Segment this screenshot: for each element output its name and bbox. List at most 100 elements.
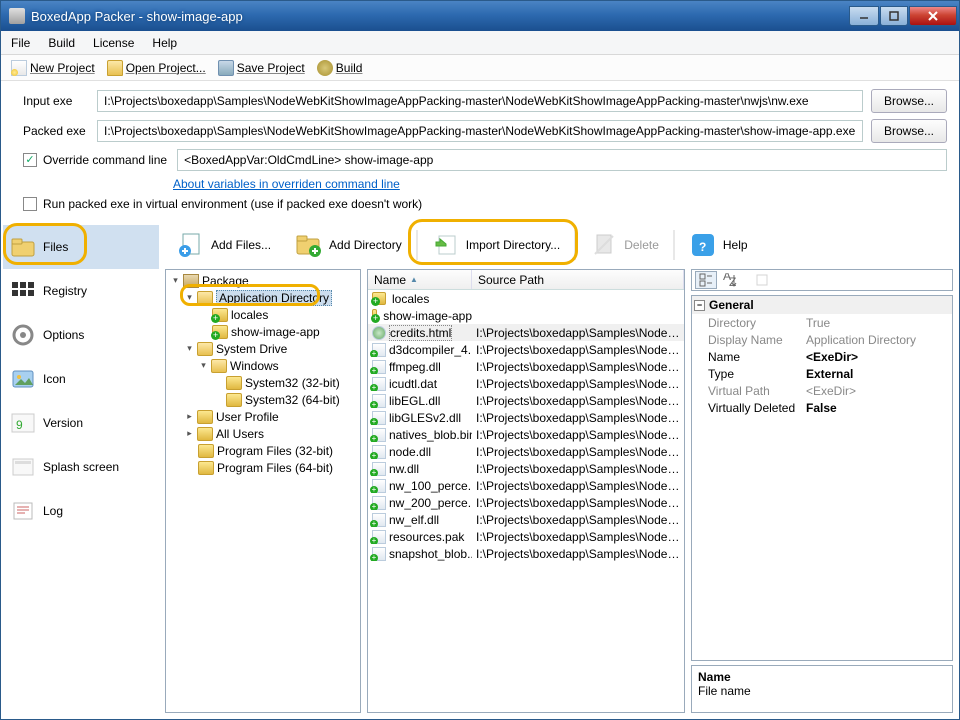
list-row[interactable]: resources.pakI:\Projects\boxedapp\Sample… — [368, 528, 684, 545]
open-project-button[interactable]: Open Project... — [103, 58, 210, 78]
packed-browse-button[interactable]: Browse... — [871, 119, 947, 143]
maximize-button[interactable] — [880, 6, 908, 26]
help-icon: ? — [689, 231, 717, 259]
new-project-button[interactable]: New Project — [7, 58, 99, 78]
file-name: nw_elf.dll — [389, 513, 439, 527]
tree-node-pf32[interactable]: Program Files (32-bit) — [166, 442, 360, 459]
build-button[interactable]: Build — [313, 58, 367, 78]
list-body[interactable]: locales show-image-appcredits.htmlI:\Proj… — [368, 290, 684, 712]
folder-icon — [211, 359, 227, 373]
props-row-virtually-deleted[interactable]: Virtually DeletedFalse — [692, 399, 952, 416]
sidebar-item-version[interactable]: 9 Version — [3, 401, 159, 445]
tree-node-show-image[interactable]: show-image-app — [166, 323, 360, 340]
properties-grid[interactable]: −General DirectoryTrue Display NameAppli… — [691, 295, 953, 661]
sidebar-item-label: Registry — [43, 284, 87, 298]
list-row[interactable]: snapshot_blob....I:\Projects\boxedapp\Sa… — [368, 545, 684, 562]
files-toolbar: Add Files... Add Directory Import Direct… — [165, 225, 953, 269]
properties-panel: AZ −General DirectoryTrue Display NameAp… — [691, 269, 953, 713]
override-cmdline-checkbox[interactable] — [23, 153, 37, 167]
tree-node-sys32[interactable]: System32 (32-bit) — [166, 374, 360, 391]
close-button[interactable] — [909, 6, 957, 26]
collapse-icon[interactable]: − — [694, 300, 705, 311]
props-row-type[interactable]: TypeExternal — [692, 365, 952, 382]
run-virtual-checkbox[interactable] — [23, 197, 37, 211]
menu-license[interactable]: License — [93, 36, 134, 50]
file-name: show-image-app — [383, 309, 472, 323]
props-row-virtual-path[interactable]: Virtual Path<ExeDir> — [692, 382, 952, 399]
tree-node-package[interactable]: ▾Package — [166, 272, 360, 289]
help-button[interactable]: ? Help — [679, 227, 758, 263]
list-row[interactable]: natives_blob.binI:\Projects\boxedapp\Sam… — [368, 426, 684, 443]
collapse-icon[interactable]: ▾ — [184, 343, 195, 354]
folder-icon — [197, 291, 213, 305]
menu-help[interactable]: Help — [152, 36, 177, 50]
props-row-name[interactable]: Name<ExeDir> — [692, 348, 952, 365]
minimize-button[interactable] — [849, 6, 879, 26]
import-directory-button[interactable]: Import Directory... — [422, 227, 570, 263]
column-header-source-path[interactable]: Source Path — [472, 270, 684, 289]
tree-node-sys64[interactable]: System32 (64-bit) — [166, 391, 360, 408]
props-row-display-name[interactable]: Display NameApplication Directory — [692, 331, 952, 348]
tree-node-locales[interactable]: locales — [166, 306, 360, 323]
props-pages-button[interactable] — [751, 271, 773, 289]
tree-node-pf64[interactable]: Program Files (64-bit) — [166, 459, 360, 476]
menu-file[interactable]: File — [11, 36, 30, 50]
add-directory-button[interactable]: Add Directory — [285, 227, 412, 263]
column-header-name[interactable]: Name▲ — [368, 270, 472, 289]
list-row[interactable]: nw_elf.dllI:\Projects\boxedapp\Samples\N… — [368, 511, 684, 528]
props-categorized-button[interactable] — [695, 271, 717, 289]
packed-exe-field[interactable] — [97, 120, 863, 142]
run-virtual-label: Run packed exe in virtual environment (u… — [43, 197, 422, 211]
tree-node-user-profile[interactable]: ▸User Profile — [166, 408, 360, 425]
collapse-icon[interactable]: ▾ — [184, 292, 195, 303]
override-cmdline-field[interactable] — [177, 149, 947, 171]
add-files-button[interactable]: Add Files... — [167, 227, 281, 263]
props-row-directory[interactable]: DirectoryTrue — [692, 314, 952, 331]
list-row[interactable]: libGLESv2.dllI:\Projects\boxedapp\Sample… — [368, 409, 684, 426]
directory-tree[interactable]: ▾Package ▾Application Directory locales … — [165, 269, 361, 713]
list-row[interactable]: show-image-app — [368, 307, 684, 324]
expand-icon[interactable]: ▸ — [184, 428, 195, 439]
collapse-icon[interactable]: ▾ — [170, 275, 181, 286]
expand-icon[interactable]: ▸ — [184, 411, 195, 422]
save-project-button[interactable]: Save Project — [214, 58, 309, 78]
list-row[interactable]: nw_100_perce...I:\Projects\boxedapp\Samp… — [368, 477, 684, 494]
tree-node-windows[interactable]: ▾Windows — [166, 357, 360, 374]
sidebar-item-label: Icon — [43, 372, 66, 386]
menu-build[interactable]: Build — [48, 36, 75, 50]
collapse-icon[interactable]: ▾ — [198, 360, 209, 371]
props-category-general[interactable]: −General — [692, 296, 952, 314]
titlebar[interactable]: BoxedApp Packer - show-image-app — [1, 1, 959, 31]
file-name: libGLESv2.dll — [389, 411, 461, 425]
list-row[interactable]: icudtl.datI:\Projects\boxedapp\Samples\N… — [368, 375, 684, 392]
sidebar-item-splash[interactable]: Splash screen — [3, 445, 159, 489]
list-row[interactable]: locales — [368, 290, 684, 307]
file-icon — [372, 547, 386, 561]
list-row[interactable]: nw_200_perce...I:\Projects\boxedapp\Samp… — [368, 494, 684, 511]
sidebar-item-options[interactable]: Options — [3, 313, 159, 357]
file-icon — [372, 513, 386, 527]
about-variables-link[interactable]: About variables in overriden command lin… — [173, 177, 400, 191]
file-icon — [372, 394, 386, 408]
props-alphabetical-button[interactable]: AZ — [719, 271, 741, 289]
list-row[interactable]: ffmpeg.dllI:\Projects\boxedapp\Samples\N… — [368, 358, 684, 375]
list-row[interactable]: nw.dllI:\Projects\boxedapp\Samples\NodeW… — [368, 460, 684, 477]
list-row[interactable]: d3dcompiler_4...I:\Projects\boxedapp\Sam… — [368, 341, 684, 358]
sidebar-item-log[interactable]: Log — [3, 489, 159, 533]
sidebar-item-icon[interactable]: Icon — [3, 357, 159, 401]
list-row[interactable]: node.dllI:\Projects\boxedapp\Samples\Nod… — [368, 443, 684, 460]
list-row[interactable]: libEGL.dllI:\Projects\boxedapp\Samples\N… — [368, 392, 684, 409]
input-browse-button[interactable]: Browse... — [871, 89, 947, 113]
icon-icon — [9, 367, 37, 391]
file-icon — [372, 428, 386, 442]
input-exe-field[interactable] — [97, 90, 863, 112]
toolbar-separator — [673, 230, 675, 260]
tree-node-system-drive[interactable]: ▾System Drive — [166, 340, 360, 357]
delete-button[interactable]: Delete — [580, 227, 669, 263]
registry-icon — [9, 279, 37, 303]
tree-node-app-dir[interactable]: ▾Application Directory — [166, 289, 360, 306]
sidebar-item-registry[interactable]: Registry — [3, 269, 159, 313]
tree-node-all-users[interactable]: ▸All Users — [166, 425, 360, 442]
list-row[interactable]: credits.htmlI:\Projects\boxedapp\Samples… — [368, 324, 684, 341]
sidebar-item-files[interactable]: Files — [3, 225, 159, 269]
